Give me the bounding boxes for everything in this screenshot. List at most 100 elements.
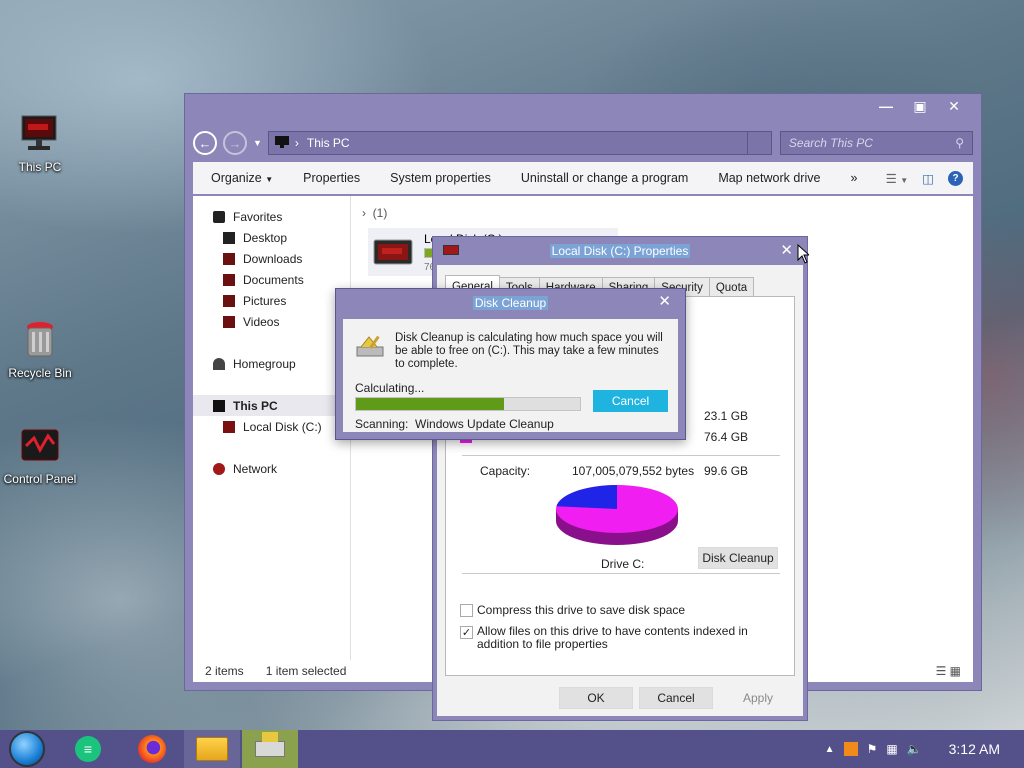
start-button[interactable] bbox=[0, 730, 54, 768]
minimize-button[interactable]: — bbox=[869, 96, 903, 116]
map-network-drive-command[interactable]: Map network drive bbox=[718, 171, 820, 185]
scanning-status: Scanning: Windows Update Cleanup bbox=[355, 417, 554, 431]
control-panel-icon bbox=[18, 424, 62, 468]
organize-menu[interactable]: Organize ▼ bbox=[211, 171, 273, 185]
desktop-icon-this-pc[interactable]: This PC bbox=[0, 112, 80, 174]
nav-downloads[interactable]: Downloads bbox=[193, 248, 350, 269]
taskbar-file-explorer[interactable] bbox=[184, 730, 240, 768]
system-properties-command[interactable]: System properties bbox=[390, 171, 491, 185]
address-dropdown-button[interactable] bbox=[747, 131, 772, 155]
disk-usage-pie-chart bbox=[556, 485, 678, 545]
compress-label: Compress this drive to save disk space bbox=[477, 603, 686, 617]
folder-icon bbox=[196, 737, 228, 761]
nav-pictures[interactable]: Pictures bbox=[193, 290, 350, 311]
cancel-button[interactable]: Cancel bbox=[639, 687, 713, 709]
desktop-icon-label: Recycle Bin bbox=[8, 366, 72, 380]
documents-folder-icon bbox=[223, 273, 235, 286]
compress-checkbox[interactable] bbox=[460, 604, 473, 618]
volume-icon[interactable]: 🔈 bbox=[907, 742, 922, 756]
selection-count: 1 item selected bbox=[265, 664, 347, 678]
command-bar: Organize ▼ Properties System properties … bbox=[193, 162, 973, 194]
taskbar-clock[interactable]: 3:12 AM bbox=[949, 741, 1000, 757]
disk-cleanup-dialog: Disk Cleanup ✕ Disk Cleanup is calculati… bbox=[335, 288, 686, 440]
view-toggle-icons[interactable]: ☰ ▦ bbox=[936, 664, 961, 678]
group-header[interactable]: › (1) bbox=[362, 206, 387, 220]
desktop-icon-label: Control Panel bbox=[3, 472, 77, 486]
index-label: Allow files on this drive to have conten… bbox=[477, 624, 748, 651]
index-checkbox[interactable]: ✓ bbox=[460, 626, 473, 639]
preview-pane-icon[interactable]: ◫ bbox=[922, 171, 934, 186]
close-button[interactable]: ✕ bbox=[937, 96, 971, 116]
uninstall-program-command[interactable]: Uninstall or change a program bbox=[521, 171, 688, 185]
close-button[interactable]: ✕ bbox=[658, 292, 671, 310]
search-icon: ⚲ bbox=[955, 136, 964, 150]
tray-app-icon[interactable] bbox=[843, 742, 858, 756]
drive-name: Drive C: bbox=[601, 557, 645, 571]
chevron-right-icon: › bbox=[294, 136, 299, 150]
cleanup-message: Disk Cleanup is calculating how much spa… bbox=[395, 332, 663, 370]
nav-homegroup[interactable]: Homegroup bbox=[193, 353, 350, 374]
ok-button[interactable]: OK bbox=[559, 687, 633, 709]
disk-cleanup-icon bbox=[355, 333, 385, 362]
firefox-icon bbox=[138, 735, 166, 763]
close-button[interactable]: ✕ bbox=[780, 241, 793, 259]
apply-button[interactable]: Apply bbox=[721, 687, 795, 709]
show-hidden-icons-icon[interactable]: ▲ bbox=[825, 744, 835, 755]
nav-network[interactable]: Network bbox=[193, 458, 350, 479]
system-tray: ▲ ⚑ ▦ 🔈 3:12 AM bbox=[825, 730, 1024, 768]
navigation-pane: Favorites Desktop Downloads Documents Pi… bbox=[193, 196, 351, 660]
pc-icon bbox=[274, 135, 289, 151]
taskbar-firefox[interactable] bbox=[124, 730, 180, 768]
index-option[interactable]: ✓ Allow files on this drive to have conte… bbox=[460, 625, 776, 651]
network-status-icon[interactable]: ▦ bbox=[886, 742, 897, 756]
homegroup-icon bbox=[213, 357, 225, 370]
more-commands-button[interactable]: » bbox=[850, 171, 857, 185]
desktop-folder-icon bbox=[223, 231, 235, 244]
back-button[interactable]: ← bbox=[193, 131, 217, 155]
network-icon bbox=[213, 462, 225, 475]
taskbar-disk-cleanup[interactable] bbox=[242, 730, 298, 768]
action-center-flag-icon[interactable]: ⚑ bbox=[867, 742, 878, 756]
view-options-icon[interactable]: ☰ ▼ bbox=[886, 171, 909, 186]
maximize-button[interactable]: ▣ bbox=[903, 96, 937, 116]
capacity-bytes: 107,005,079,552 bytes bbox=[572, 464, 695, 478]
nav-favorites[interactable]: Favorites bbox=[193, 206, 350, 227]
search-placeholder: Search This PC bbox=[788, 136, 873, 150]
nav-documents[interactable]: Documents bbox=[193, 269, 350, 290]
desktop-icon-control-panel[interactable]: Control Panel bbox=[0, 424, 80, 486]
used-space-slice bbox=[556, 485, 617, 509]
calculating-label: Calculating... bbox=[355, 381, 425, 395]
recent-locations-dropdown[interactable]: ▼ bbox=[253, 138, 262, 148]
nav-desktop[interactable]: Desktop bbox=[193, 227, 350, 248]
start-orb-icon bbox=[9, 731, 45, 767]
help-icon[interactable]: ? bbox=[948, 170, 963, 186]
nav-local-disk[interactable]: Local Disk (C:) bbox=[193, 416, 350, 437]
cleanup-titlebar: Disk Cleanup ✕ bbox=[336, 289, 685, 317]
videos-folder-icon bbox=[223, 315, 235, 328]
cleanup-body: Disk Cleanup is calculating how much spa… bbox=[343, 319, 678, 432]
hard-drive-icon bbox=[372, 232, 416, 275]
nav-this-pc[interactable]: This PC bbox=[193, 395, 350, 416]
disk-cleanup-icon bbox=[255, 732, 285, 757]
taskbar-notes-app[interactable]: ≡ bbox=[60, 730, 116, 768]
search-input[interactable]: Search This PC ⚲ bbox=[779, 131, 973, 155]
address-row: ← → ▼ › This PC Search This PC ⚲ bbox=[193, 130, 973, 156]
nav-videos[interactable]: Videos bbox=[193, 311, 350, 332]
drive-title-icon bbox=[443, 245, 459, 255]
mouse-cursor-icon bbox=[797, 244, 809, 264]
window-controls: — ▣ ✕ bbox=[869, 96, 971, 116]
item-count: 2 items bbox=[205, 664, 244, 678]
tab-quota[interactable]: Quota bbox=[708, 277, 755, 297]
cleanup-progress-bar bbox=[355, 397, 581, 411]
compress-option[interactable]: Compress this drive to save disk space bbox=[460, 603, 760, 618]
properties-command[interactable]: Properties bbox=[303, 171, 360, 185]
address-bar[interactable]: › This PC bbox=[267, 131, 748, 155]
computer-icon bbox=[18, 112, 62, 156]
forward-button[interactable]: → bbox=[223, 131, 247, 155]
chevron-down-icon: ▼ bbox=[265, 175, 274, 184]
disk-cleanup-button[interactable]: Disk Cleanup bbox=[698, 547, 778, 569]
cleanup-cancel-button[interactable]: Cancel bbox=[593, 390, 668, 412]
desktop-icon-recycle-bin[interactable]: Recycle Bin bbox=[0, 318, 80, 380]
dialog-title: Local Disk (C:) Properties bbox=[549, 244, 691, 258]
recycle-bin-icon bbox=[18, 318, 62, 362]
